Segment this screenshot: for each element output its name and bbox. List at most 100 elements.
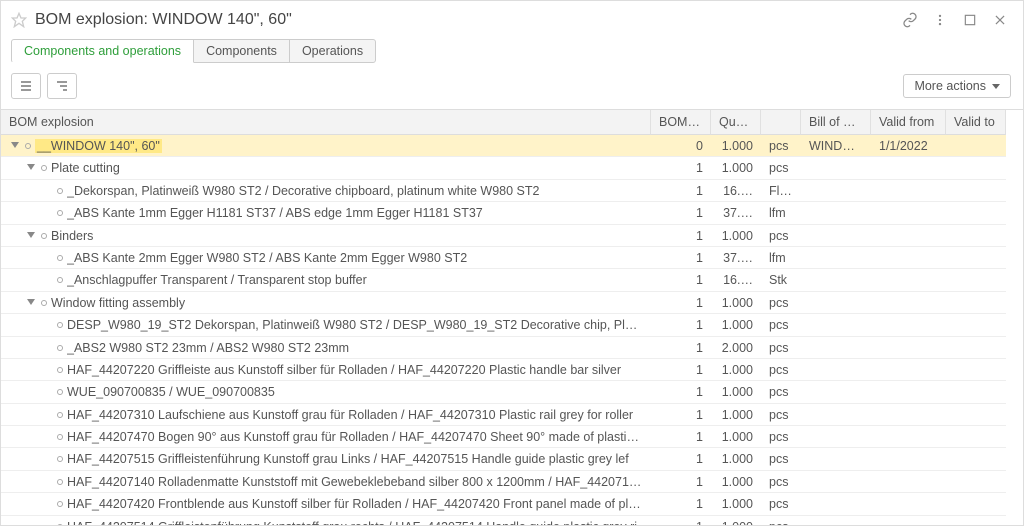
row-qty: 1.000 [711, 404, 761, 426]
row-validfrom [871, 202, 946, 224]
row-name: HAF_44207220 Griffleiste aus Kunstoff si… [67, 363, 621, 377]
row-validfrom [871, 180, 946, 202]
node-icon [57, 345, 63, 351]
col-level[interactable]: BOM level [651, 110, 711, 135]
node-icon [57, 277, 63, 283]
row-level: 1 [651, 269, 711, 291]
row-qty: 1.000 [711, 292, 761, 314]
tree-toggle-icon[interactable] [9, 140, 21, 152]
node-icon [57, 524, 63, 525]
row-unit: pcs [761, 493, 801, 515]
row-validto [946, 493, 1006, 515]
node-icon [57, 434, 63, 440]
row-unit: pcs [761, 426, 801, 448]
row-unit: pcs [761, 135, 801, 157]
row-billmat [801, 180, 871, 202]
row-name: HAF_44207514 Griffleistenführung Kunstst… [67, 520, 637, 525]
row-billmat [801, 471, 871, 493]
kebab-menu-icon[interactable] [929, 9, 951, 31]
row-validfrom [871, 292, 946, 314]
row-unit: Flä… [761, 180, 801, 202]
row-billmat [801, 314, 871, 336]
col-unit[interactable] [761, 110, 801, 135]
more-actions-label: More actions [914, 79, 986, 93]
toolbar: More actions [1, 63, 1023, 109]
row-validto [946, 471, 1006, 493]
row-qty: 1.000 [711, 471, 761, 493]
row-name: Window fitting assembly [51, 296, 185, 310]
row-level: 1 [651, 314, 711, 336]
row-name: _ABS2 W980 ST2 23mm / ABS2 W980 ST2 23mm [67, 341, 349, 355]
row-billmat [801, 381, 871, 403]
link-icon[interactable] [899, 9, 921, 31]
row-validfrom [871, 157, 946, 179]
row-qty: 37.… [711, 202, 761, 224]
chevron-down-icon [992, 84, 1000, 89]
node-icon [41, 233, 47, 239]
row-validfrom [871, 269, 946, 291]
tree-toggle-icon[interactable] [25, 297, 37, 309]
row-validto [946, 225, 1006, 247]
row-qty: 16.… [711, 269, 761, 291]
row-name: _ABS Kante 1mm Egger H1181 ST37 / ABS ed… [67, 206, 483, 220]
titlebar: BOM explosion: WINDOW 140", 60" [1, 1, 1023, 39]
row-billmat: WINDO… [801, 135, 871, 157]
row-unit: lfm [761, 202, 801, 224]
row-billmat [801, 247, 871, 269]
collapse-all-button[interactable] [47, 73, 77, 99]
row-level: 1 [651, 493, 711, 515]
row-validto [946, 359, 1006, 381]
expand-icon[interactable] [959, 9, 981, 31]
tree-toggle-icon[interactable] [25, 230, 37, 242]
col-validto[interactable]: Valid to [946, 110, 1006, 135]
row-name: Binders [51, 229, 93, 243]
col-qty[interactable]: Quantity [711, 110, 761, 135]
row-level: 1 [651, 381, 711, 403]
row-level: 1 [651, 225, 711, 247]
row-billmat [801, 269, 871, 291]
row-level: 1 [651, 404, 711, 426]
row-billmat [801, 426, 871, 448]
row-name: HAF_44207140 Rolladenmatte Kunststoff mi… [67, 475, 643, 489]
row-qty: 1.000 [711, 359, 761, 381]
row-validfrom [871, 337, 946, 359]
row-unit: Stk [761, 269, 801, 291]
row-level: 0 [651, 135, 711, 157]
tree-toggle-icon[interactable] [25, 162, 37, 174]
row-validto [946, 381, 1006, 403]
col-name[interactable]: BOM explosion [1, 110, 651, 135]
row-billmat [801, 448, 871, 470]
row-name: _Dekorspan, Platinweiß W980 ST2 / Decora… [67, 184, 539, 198]
row-validto [946, 247, 1006, 269]
row-level: 1 [651, 448, 711, 470]
row-billmat [801, 337, 871, 359]
tab-0[interactable]: Components and operations [11, 39, 194, 63]
table-scroll[interactable]: BOM explosion BOM level Quantity Bill of… [1, 110, 1023, 525]
row-qty: 1.000 [711, 314, 761, 336]
row-name: HAF_44207420 Frontblende aus Kunstoff si… [67, 497, 643, 511]
node-icon [41, 300, 47, 306]
row-validto [946, 448, 1006, 470]
row-qty: 37.… [711, 247, 761, 269]
close-icon[interactable] [989, 9, 1011, 31]
row-unit: pcs [761, 359, 801, 381]
row-name: HAF_44207470 Bogen 90° aus Kunstoff grau… [67, 430, 643, 444]
row-unit: pcs [761, 292, 801, 314]
tab-1[interactable]: Components [193, 39, 290, 63]
favorite-star-icon[interactable] [11, 12, 27, 28]
row-billmat [801, 225, 871, 247]
expand-all-button[interactable] [11, 73, 41, 99]
node-icon [57, 479, 63, 485]
row-billmat [801, 359, 871, 381]
tab-2[interactable]: Operations [289, 39, 376, 63]
more-actions-button[interactable]: More actions [903, 74, 1011, 98]
col-validfrom[interactable]: Valid from [871, 110, 946, 135]
node-icon [57, 255, 63, 261]
col-billmat[interactable]: Bill of ma… [801, 110, 871, 135]
row-validto [946, 157, 1006, 179]
row-validto [946, 426, 1006, 448]
row-validto [946, 202, 1006, 224]
row-name: Plate cutting [51, 161, 120, 175]
row-level: 1 [651, 471, 711, 493]
row-billmat [801, 493, 871, 515]
